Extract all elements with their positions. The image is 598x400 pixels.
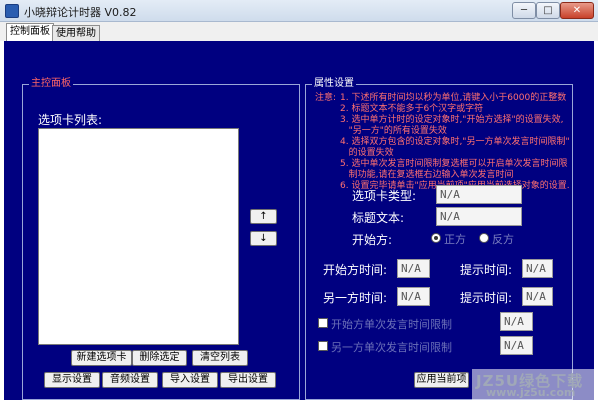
tab-list-label: 选项卡列表: <box>38 113 103 127</box>
note-line: 的设置失效 <box>340 148 394 158</box>
apply-current-button[interactable]: 应用当前项 <box>414 372 469 388</box>
radio-affirmative[interactable] <box>431 233 441 243</box>
other-time-field[interactable]: N/A <box>397 287 430 306</box>
app-icon <box>5 4 19 18</box>
audio-settings-button[interactable]: 音频设置 <box>102 372 158 388</box>
tab-type-label: 选项卡类型: <box>352 189 417 203</box>
control-panel-page: 主控面板 选项卡列表: ↑ ↓ 新建选项卡 删除选定 清空列表 显示设置 音频设… <box>4 41 594 400</box>
delete-selected-button[interactable]: 删除选定 <box>132 350 187 366</box>
tab-type-field[interactable]: N/A <box>436 185 522 204</box>
display-settings-button[interactable]: 显示设置 <box>44 372 100 388</box>
watermark: JZ5U绿色下载 www.jz5u.com <box>472 369 598 400</box>
import-settings-button[interactable]: 导入设置 <box>162 372 218 388</box>
other-side-limit-field[interactable]: N/A <box>500 336 533 355</box>
new-tab-button[interactable]: 新建选项卡 <box>71 350 132 366</box>
hint-time-field-2[interactable]: N/A <box>522 287 553 306</box>
note-line: "另一方"的所有设置失效 <box>340 126 447 136</box>
note-line: 5. 选中单次发言时间限制复选框可以开启单次发言时间限 <box>340 159 568 169</box>
radio-affirmative-label: 正方 <box>444 233 466 246</box>
close-button[interactable]: ✕ <box>560 2 594 19</box>
start-time-field[interactable]: N/A <box>397 259 430 278</box>
window-title: 小晓辩论计时器 V0.82 <box>24 6 137 19</box>
tab-strip: 控制面板 使用帮助 <box>0 22 598 41</box>
clear-list-button[interactable]: 清空列表 <box>192 350 248 366</box>
move-down-button[interactable]: ↓ <box>250 231 277 246</box>
export-settings-button[interactable]: 导出设置 <box>220 372 276 388</box>
start-side-limit-label: 开始方单次发言时间限制 <box>331 318 452 331</box>
other-time-label: 另一方时间: <box>323 291 388 305</box>
title-text-label: 标题文本: <box>352 211 405 225</box>
main-control-legend: 主控面板 <box>29 78 73 90</box>
tab-control-panel[interactable]: 控制面板 <box>6 23 54 41</box>
other-side-limit-label: 另一方单次发言时间限制 <box>331 341 452 354</box>
note-line: 4. 选择双方包含的设定对象时,"另一方单次发言时间限制" <box>340 137 570 147</box>
move-up-button[interactable]: ↑ <box>250 209 277 224</box>
note-line: 制功能,请在复选框右边输入单次发言时间 <box>340 170 514 180</box>
hint-time-field-1[interactable]: N/A <box>522 259 553 278</box>
other-side-limit-checkbox[interactable] <box>318 341 328 351</box>
radio-negative[interactable] <box>479 233 489 243</box>
start-side-label: 开始方: <box>352 233 393 247</box>
note-line: 2. 标题文本不能多于6个汉字或字符 <box>340 104 484 114</box>
hint-time-label-1: 提示时间: <box>460 263 513 277</box>
tab-help[interactable]: 使用帮助 <box>52 25 100 41</box>
note-line: 3. 选中单方计时的设定对象时,"开始方选择"的设置失效, <box>340 115 564 125</box>
start-time-label: 开始方时间: <box>323 263 388 277</box>
start-side-limit-field[interactable]: N/A <box>500 312 533 331</box>
maximize-button[interactable]: □ <box>536 2 560 19</box>
radio-negative-label: 反方 <box>492 233 514 246</box>
minimize-button[interactable]: ─ <box>512 2 536 19</box>
start-side-limit-checkbox[interactable] <box>318 318 328 328</box>
note-line: 1. 下述所有时间均以秒为单位,请键入小于6000的正整数 <box>340 93 567 103</box>
notes-prefix: 注意: <box>315 93 337 103</box>
hint-time-label-2: 提示时间: <box>460 291 513 305</box>
property-settings-legend: 属性设置 <box>312 78 356 90</box>
watermark-line2: www.jz5u.com <box>486 386 576 399</box>
tab-list-box[interactable] <box>38 128 239 345</box>
title-text-field[interactable]: N/A <box>436 207 522 226</box>
title-bar: 小晓辩论计时器 V0.82 ─ □ ✕ <box>0 0 598 22</box>
